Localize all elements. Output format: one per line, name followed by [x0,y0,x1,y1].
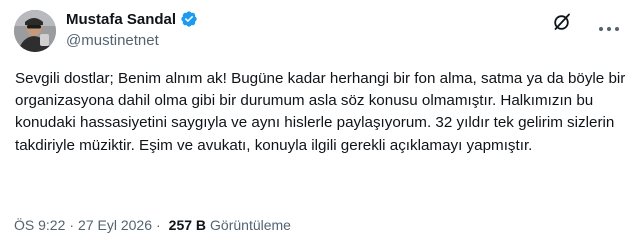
more-options-icon[interactable] [598,19,620,31]
avatar[interactable] [14,10,56,52]
meta-separator: · [156,217,161,233]
author-name-row: Mustafa Sandal [66,9,198,29]
tweet-author: Mustafa Sandal @mustinetnet [66,9,198,49]
tweet-time[interactable]: ÖS 9:22 [14,217,65,233]
grok-icon[interactable] [552,12,572,32]
views-label: Görüntüleme [210,217,291,233]
tweet-text: Sevgili dostlar; Benim alnım ak! Bugüne … [15,70,626,154]
tweet-date[interactable]: 27 Eyl 2026 [78,217,152,233]
tweet-meta: ÖS 9:22 · 27 Eyl 2026 · 257 B Görüntülem… [14,217,291,233]
author-display-name[interactable]: Mustafa Sandal [66,11,176,28]
views-count[interactable]: 257 B [169,217,206,233]
meta-separator: · [69,217,75,233]
author-handle[interactable]: @mustinetnet [66,32,198,49]
verified-badge-icon[interactable] [180,10,198,28]
